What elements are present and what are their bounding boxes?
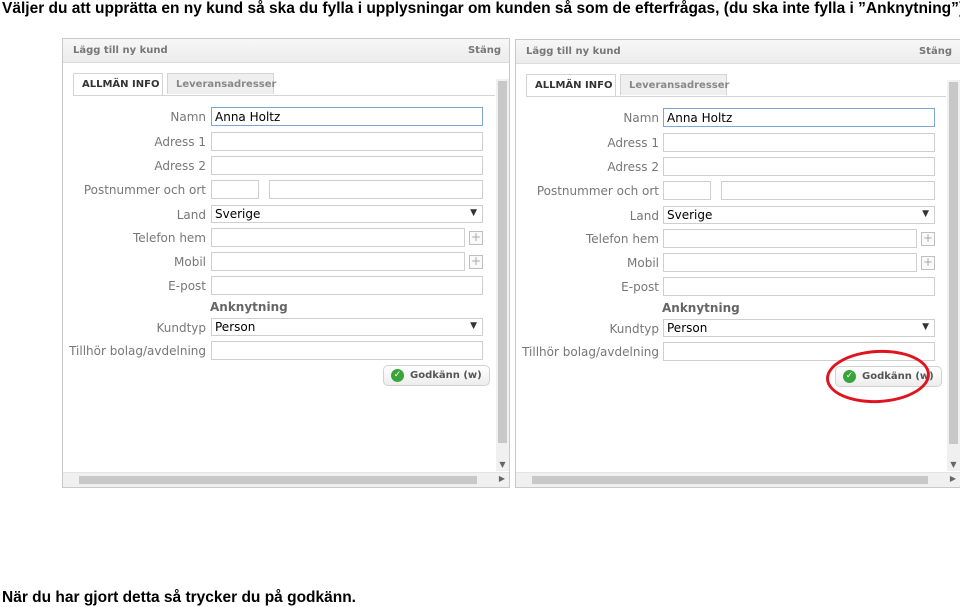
epost-input[interactable] (663, 277, 935, 296)
adress1-label: Adress 1 (154, 135, 206, 149)
land-select-value: Sverige (667, 208, 713, 222)
kundtyp-select[interactable]: Person ▼ (211, 318, 483, 336)
kundtyp-select-value: Person (667, 321, 708, 335)
dialog-screenshot-left: Lägg till ny kund Stäng ALLMÄN INFO Leve… (62, 38, 510, 488)
land-label: Land (176, 208, 206, 222)
tab-leveransadresser[interactable]: Leveransadresser (620, 74, 729, 95)
plus-square-icon[interactable]: + (469, 255, 483, 269)
vertical-scrollbar[interactable]: ▼ (947, 80, 960, 471)
land-select[interactable]: Sverige ▼ (211, 205, 483, 223)
caret-down-icon: ▼ (922, 322, 929, 332)
approve-button[interactable]: ✓ Godkänn (w) (383, 365, 490, 386)
telefon-label: Telefon hem (585, 232, 659, 246)
mobil-input[interactable] (663, 253, 917, 272)
land-label: Land (629, 209, 659, 223)
instruction-caption-top: Väljer du att upprätta en ny kund så ska… (2, 0, 960, 17)
scroll-down-icon[interactable]: ▼ (496, 460, 509, 469)
approve-label: Godkänn (w) (410, 370, 482, 381)
ort-input[interactable] (721, 181, 935, 200)
postnummer-input[interactable] (663, 181, 711, 200)
adress2-input[interactable] (663, 157, 935, 176)
postnummer-input[interactable] (211, 180, 259, 199)
adress2-label: Adress 2 (154, 159, 206, 173)
plus-square-icon[interactable]: + (921, 232, 935, 246)
dialog-titlebar: Lägg till ny kund Stäng (63, 39, 509, 63)
dialog-screenshot-right: Lägg till ny kund Stäng ALLMÄN INFO Leve… (515, 39, 960, 488)
adress1-input[interactable] (211, 132, 483, 151)
check-circle-icon: ✓ (391, 369, 404, 382)
namn-input[interactable]: Anna Holtz (663, 108, 935, 127)
telefon-input[interactable] (211, 228, 465, 247)
caret-down-icon: ▼ (470, 321, 477, 331)
plus-square-icon[interactable]: + (469, 231, 483, 245)
scroll-down-icon[interactable]: ▼ (947, 460, 960, 469)
ort-input[interactable] (269, 180, 483, 199)
horizontal-scrollbar[interactable]: ▶ (63, 472, 509, 487)
caret-down-icon: ▼ (922, 209, 929, 219)
dialog-title: Lägg till ny kund (526, 46, 621, 57)
scrollbar-thumb[interactable] (498, 81, 507, 443)
epost-input[interactable] (211, 276, 483, 295)
scrollbar-thumb[interactable] (949, 82, 958, 444)
adress2-input[interactable] (211, 156, 483, 175)
kundtyp-label: Kundtyp (609, 322, 659, 336)
mobil-label: Mobil (174, 255, 206, 269)
postnummer-label: Postnummer och ort (536, 184, 659, 198)
dialog-titlebar: Lägg till ny kund Stäng (516, 40, 960, 64)
land-select[interactable]: Sverige ▼ (663, 206, 935, 224)
tillhor-label: Tillhör bolag/avdelning (69, 344, 206, 358)
kundtyp-select-value: Person (215, 320, 256, 334)
scrollbar-thumb[interactable] (532, 476, 928, 484)
adress2-label: Adress 2 (607, 160, 659, 174)
telefon-input[interactable] (663, 229, 917, 248)
instruction-caption-bottom: När du har gjort detta så trycker du på … (2, 589, 356, 606)
tillhor-label: Tillhör bolag/avdelning (522, 345, 659, 359)
mobil-label: Mobil (627, 256, 659, 270)
tillhor-input[interactable] (211, 341, 483, 360)
land-select-value: Sverige (215, 207, 261, 221)
telefon-label: Telefon hem (132, 231, 206, 245)
tab-leveransadresser[interactable]: Leveransadresser (167, 73, 276, 94)
epost-label: E-post (168, 279, 206, 293)
scroll-right-icon[interactable]: ▶ (499, 474, 505, 483)
caret-down-icon: ▼ (470, 208, 477, 218)
namn-label: Namn (170, 110, 206, 124)
adress1-label: Adress 1 (607, 136, 659, 150)
kundtyp-label: Kundtyp (156, 321, 206, 335)
postnummer-label: Postnummer och ort (83, 183, 206, 197)
kundtyp-select[interactable]: Person ▼ (663, 319, 935, 337)
scroll-right-icon[interactable]: ▶ (950, 474, 956, 483)
namn-input[interactable]: Anna Holtz (211, 107, 483, 126)
plus-square-icon[interactable]: + (921, 256, 935, 270)
epost-label: E-post (621, 280, 659, 294)
scrollbar-thumb[interactable] (79, 476, 477, 484)
vertical-scrollbar[interactable]: ▼ (496, 79, 509, 471)
anknytning-heading: Anknytning (210, 300, 288, 314)
tab-divider (73, 95, 495, 96)
close-link[interactable]: Stäng (468, 45, 501, 56)
dialog-title: Lägg till ny kund (73, 45, 168, 56)
horizontal-scrollbar[interactable]: ▶ (516, 472, 960, 487)
close-link[interactable]: Stäng (919, 46, 952, 57)
tab-allman-info[interactable]: ALLMÄN INFO (73, 73, 163, 96)
anknytning-heading: Anknytning (662, 301, 740, 315)
tab-divider (526, 96, 946, 97)
adress1-input[interactable] (663, 133, 935, 152)
namn-label: Namn (623, 111, 659, 125)
mobil-input[interactable] (211, 252, 465, 271)
tab-allman-info[interactable]: ALLMÄN INFO (526, 74, 616, 97)
